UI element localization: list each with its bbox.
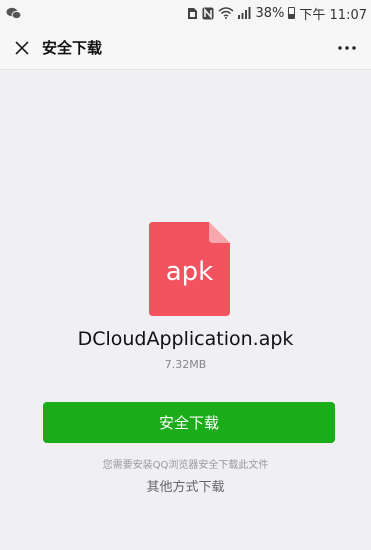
file-name: DCloudApplication.apk (77, 328, 294, 350)
status-right: 38% 下午 11:07 (187, 4, 367, 23)
status-time: 下午 11:07 (299, 7, 367, 23)
file-extension-label: apk (165, 257, 214, 287)
nav-bar: 安全下载 (0, 26, 371, 70)
safe-download-button[interactable]: 安全下载 (43, 402, 335, 443)
more-icon[interactable] (335, 38, 359, 58)
wechat-icon (6, 7, 22, 20)
battery-icon (288, 7, 296, 19)
nfc-icon (202, 7, 214, 20)
sim-icon (187, 7, 198, 20)
close-icon[interactable] (12, 38, 32, 58)
battery-percent: 38% (255, 5, 285, 21)
install-hint: 您需要安装QQ浏览器安全下载此文件 (102, 460, 269, 471)
download-content: apk DCloudApplication.apk 7.32MB 安全下载 您需… (0, 70, 371, 550)
signal-icon (238, 7, 251, 19)
other-download-link[interactable]: 其他方式下载 (0, 476, 371, 495)
wifi-icon (218, 7, 234, 19)
page-title: 安全下载 (42, 39, 103, 57)
status-bar: 38% 下午 11:07 (0, 0, 371, 26)
file-size: 7.32MB (164, 358, 207, 371)
status-left (6, 7, 22, 20)
